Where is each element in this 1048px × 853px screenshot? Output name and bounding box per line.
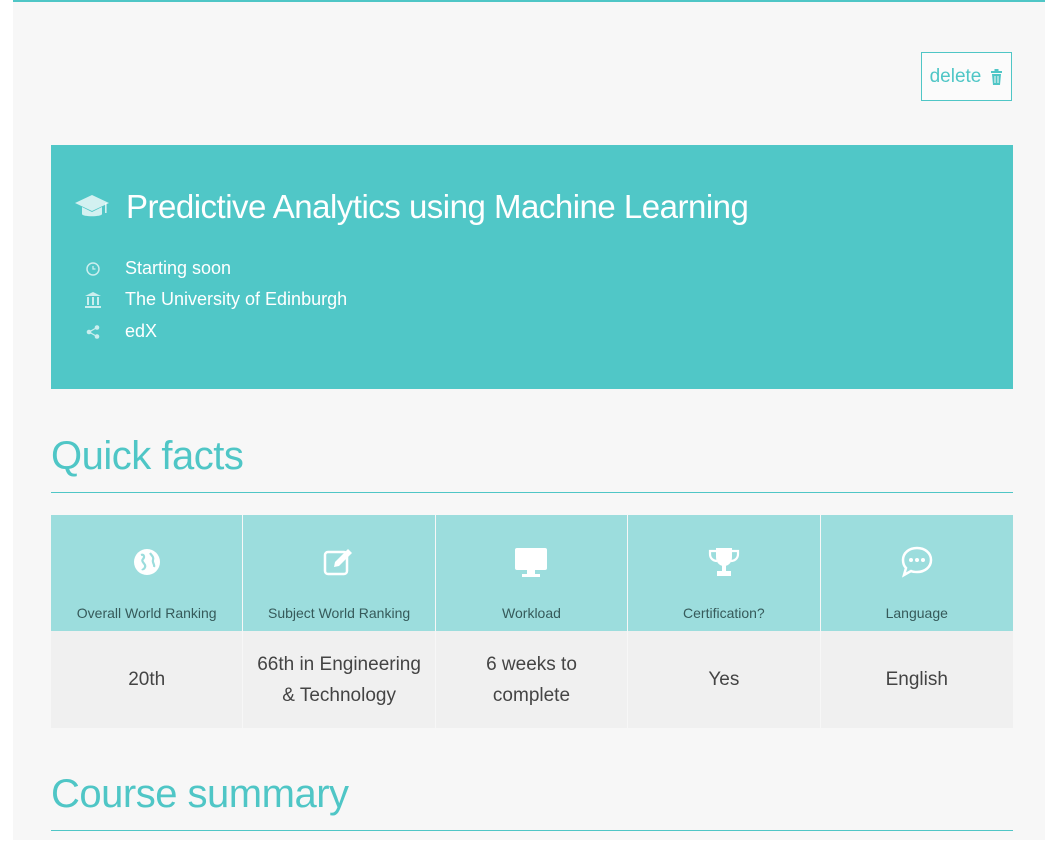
fact-header-certification: Certification? <box>628 515 821 631</box>
course-provider-row: edX <box>85 321 157 342</box>
course-title-row: Predictive Analytics using Machine Learn… <box>74 188 749 226</box>
course-summary-title: Course summary <box>51 772 349 816</box>
fact-label: Certification? <box>683 605 765 621</box>
course-start-text: Starting soon <box>125 258 232 278</box>
institution-icon <box>85 291 101 308</box>
chat-icon <box>900 543 934 581</box>
quick-facts-divider <box>51 492 1013 493</box>
course-start-row: Starting soon <box>85 258 231 279</box>
fact-value-language: English <box>820 631 1013 728</box>
monitor-icon <box>513 543 549 581</box>
clock-icon <box>85 261 101 277</box>
fact-header-overall-ranking: Overall World Ranking <box>51 515 244 631</box>
trophy-icon <box>707 543 741 581</box>
quick-facts-table: Overall World Ranking Subject World Rank… <box>51 515 1013 728</box>
graduation-cap-icon <box>75 195 109 217</box>
course-summary-divider <box>51 830 1013 831</box>
fact-value-subject-ranking: 66th in Engineering & Technology <box>243 631 436 728</box>
globe-icon <box>132 543 162 581</box>
course-provider-text: edX <box>125 321 158 341</box>
quick-facts-value-row: 20th 66th in Engineering & Technology 6 … <box>51 631 1013 728</box>
trash-icon <box>991 68 1003 85</box>
fact-label: Language <box>885 605 948 621</box>
share-icon <box>85 324 101 340</box>
course-title: Predictive Analytics using Machine Learn… <box>126 188 749 225</box>
quick-facts-header-row: Overall World Ranking Subject World Rank… <box>51 515 1013 631</box>
fact-label: Overall World Ranking <box>76 605 217 621</box>
fact-header-language: Language <box>820 515 1013 631</box>
delete-label: delete <box>929 65 982 87</box>
fact-label: Workload <box>502 605 561 621</box>
fact-value-workload: 6 weeks to complete <box>435 631 629 728</box>
fact-label: Subject World Ranking <box>268 605 411 621</box>
fact-value-certification: Yes <box>628 631 821 728</box>
course-institution-row: The University of Edinburgh <box>85 289 347 310</box>
fact-header-subject-ranking: Subject World Ranking <box>243 515 436 631</box>
fact-header-workload: Workload <box>435 515 629 631</box>
delete-button[interactable]: delete <box>921 52 1012 101</box>
edit-icon <box>322 543 356 581</box>
quick-facts-title: Quick facts <box>51 434 244 478</box>
fact-value-overall-ranking: 20th <box>51 631 244 728</box>
course-institution-text: The University of Edinburgh <box>125 289 348 309</box>
